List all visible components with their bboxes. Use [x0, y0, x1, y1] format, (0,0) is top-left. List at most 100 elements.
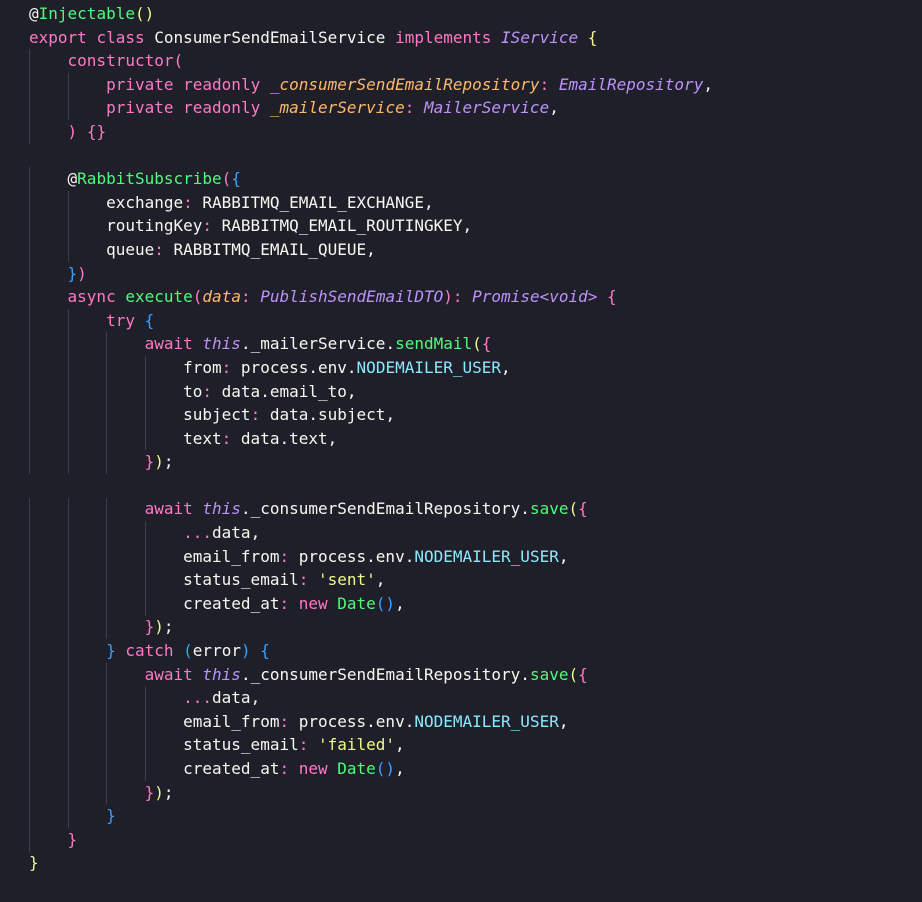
code-line[interactable]: });	[29, 450, 713, 474]
code-area[interactable]: @Injectable() export class ConsumerSendEm…	[29, 2, 713, 875]
code-token: .	[366, 711, 376, 731]
code-token: :	[279, 593, 299, 613]
code-line[interactable]: from: process.env.NODEMAILER_USER,	[29, 356, 713, 380]
code-token: env	[318, 357, 347, 377]
code-token: {	[144, 310, 155, 330]
code-token: process	[240, 357, 309, 377]
code-token: .	[240, 664, 251, 684]
code-token: ...	[183, 523, 213, 543]
code-token: status_email	[183, 735, 299, 755]
code-token: ,	[395, 735, 405, 755]
code-token: :	[298, 735, 318, 755]
code-line[interactable]: }	[29, 804, 713, 828]
code-token: ...	[183, 688, 213, 708]
code-token: {	[587, 27, 598, 47]
indent-guide	[106, 662, 108, 805]
code-line[interactable]: export class ConsumerSendEmailService im…	[29, 26, 713, 50]
code-line[interactable]: } catch (error) {	[29, 639, 713, 663]
code-token: routingKey	[106, 216, 203, 236]
code-line[interactable]: routingKey: RABBITMQ_EMAIL_ROUTINGKEY,	[29, 214, 713, 238]
code-line[interactable]: private readonly _consumerSendEmailRepos…	[29, 73, 713, 97]
code-line[interactable]: email_from: process.env.NODEMAILER_USER,	[29, 710, 713, 734]
code-line[interactable]: status_email: 'sent',	[29, 568, 713, 592]
code-token: :	[452, 287, 473, 307]
code-token: :	[202, 381, 222, 401]
code-token: ,	[501, 357, 511, 377]
code-token: ,	[423, 192, 434, 212]
code-token: constructor	[67, 51, 174, 71]
code-line[interactable]: text: data.text,	[29, 427, 713, 451]
code-line[interactable]: to: data.email_to,	[29, 380, 713, 404]
indent-guide	[106, 497, 108, 640]
code-token: )	[240, 641, 251, 661]
code-line[interactable]	[29, 474, 713, 498]
code-line[interactable]: });	[29, 781, 713, 805]
code-line[interactable]: ...data,	[29, 686, 713, 710]
code-token: 'failed'	[317, 735, 396, 755]
code-line[interactable]: email_from: process.env.NODEMAILER_USER,	[29, 545, 713, 569]
code-token: )	[67, 121, 78, 141]
code-line[interactable]: await this._consumerSendEmailRepository.…	[29, 663, 713, 687]
code-token: catch	[125, 641, 174, 661]
code-line[interactable]: private readonly _mailerService: MailerS…	[29, 96, 713, 120]
code-editor[interactable]: @Injectable() export class ConsumerSendEm…	[0, 0, 922, 902]
code-token: :	[240, 287, 261, 307]
code-line[interactable]: async execute(data: PublishSendEmailDTO)…	[29, 285, 713, 309]
code-token: .	[385, 334, 396, 354]
indent-guide	[67, 190, 69, 262]
code-line[interactable]: created_at: new Date(),	[29, 757, 713, 781]
code-token: private	[106, 74, 174, 94]
code-token: .	[308, 405, 318, 425]
code-token: created_at	[183, 593, 280, 613]
code-token: :	[539, 74, 559, 94]
code-token: exchange	[106, 192, 184, 212]
code-token: NODEMAILER_USER	[414, 546, 559, 566]
code-token: readonly	[183, 74, 261, 94]
indent-guide	[144, 356, 146, 451]
code-line[interactable]: subject: data.subject,	[29, 403, 713, 427]
code-line[interactable]: })	[29, 262, 713, 286]
code-token: }	[144, 452, 155, 472]
code-token: NODEMAILER_USER	[414, 711, 559, 731]
code-token: MailerService	[423, 98, 550, 118]
indent-guide	[67, 497, 69, 828]
code-line[interactable]: await this._consumerSendEmailRepository.…	[29, 497, 713, 521]
indent-guide	[144, 521, 146, 616]
code-token: ,	[327, 428, 338, 448]
code-token: ,	[250, 523, 261, 543]
code-line[interactable]: exchange: RABBITMQ_EMAIL_EXCHANGE,	[29, 191, 713, 215]
code-token: )	[443, 287, 453, 307]
code-token: :	[221, 357, 241, 377]
code-line[interactable]: try {	[29, 309, 713, 333]
code-line[interactable]: }	[29, 828, 713, 852]
code-line[interactable]: queue: RABBITMQ_EMAIL_QUEUE,	[29, 238, 713, 262]
code-line[interactable]: ) {}	[29, 120, 713, 144]
code-line[interactable]: });	[29, 615, 713, 639]
code-token: }	[144, 617, 155, 637]
code-token: ,	[462, 216, 473, 236]
code-line[interactable]: }	[29, 851, 713, 875]
code-line[interactable]: ...data,	[29, 521, 713, 545]
code-token: queue	[106, 239, 155, 259]
code-line[interactable]	[29, 144, 713, 168]
code-line[interactable]: @RabbitSubscribe({	[29, 167, 713, 191]
code-token: _consumerSendEmailRepository	[250, 664, 521, 684]
code-token: ,	[549, 98, 559, 118]
code-token: process	[298, 546, 367, 566]
code-line[interactable]: @Injectable()	[29, 2, 713, 26]
code-token: @	[67, 169, 78, 189]
code-token: _mailerService	[269, 98, 405, 118]
code-line[interactable]: await this._mailerService.sendMail({	[29, 332, 713, 356]
code-line[interactable]: created_at: new Date(),	[29, 592, 713, 616]
code-token: 'sent'	[317, 570, 376, 590]
code-line[interactable]: constructor(	[29, 49, 713, 73]
code-token: }	[67, 263, 78, 283]
code-line[interactable]: status_email: 'failed',	[29, 733, 713, 757]
code-token: .	[279, 428, 290, 448]
